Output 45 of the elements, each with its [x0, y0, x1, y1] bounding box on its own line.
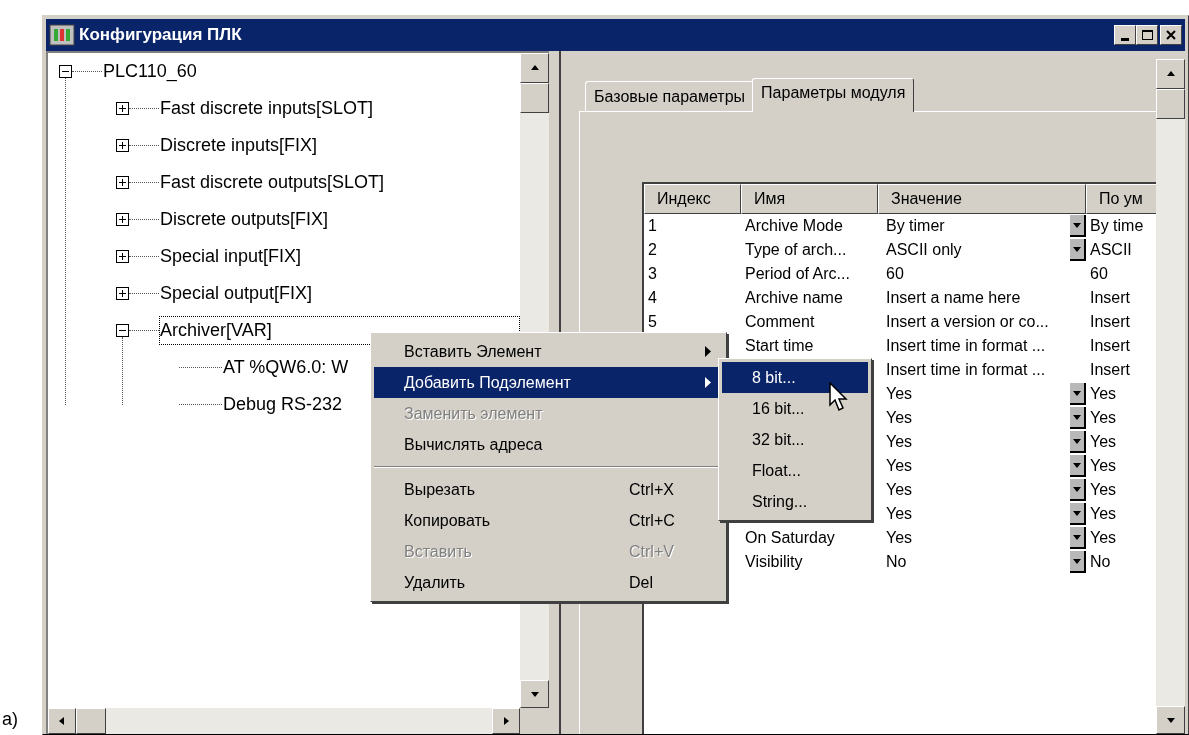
table-cell-text: Yes: [886, 408, 914, 428]
figure-caption: a): [2, 708, 18, 731]
table-cell-text: Insert time in format ...: [886, 336, 1047, 356]
table-cell-text: Yes: [886, 456, 914, 476]
window-title: Конфигурация ПЛК: [79, 24, 243, 47]
table-cell: Start time: [745, 337, 814, 354]
table-cell-text: Insert a name here: [886, 288, 1022, 308]
table-cell-text: 60: [886, 264, 905, 284]
table-cell-text: Yes: [886, 432, 914, 452]
table-cell-text: By timer: [886, 216, 946, 236]
table-cell-text: Yes: [886, 528, 914, 548]
table-cell: Insert: [1090, 289, 1130, 306]
table-cell-text: Yes: [886, 480, 914, 500]
table-cell: Yes: [1090, 481, 1117, 498]
table-cell: Yes: [1090, 385, 1117, 402]
table-cell-text: Yes: [886, 384, 914, 404]
table-cell: Period of Arc...: [745, 265, 850, 282]
table-cell: By time: [1090, 217, 1144, 234]
table-cell: 4: [648, 289, 657, 306]
table-cell-text: No: [886, 552, 908, 572]
table-cell: 3: [648, 265, 657, 282]
table-cell: Insert: [1090, 337, 1130, 354]
table-cell: Insert: [1090, 361, 1130, 378]
table-cell: Yes: [1090, 529, 1117, 546]
table-cell: Yes: [1090, 505, 1117, 522]
table-cell: Type of arch...: [745, 241, 847, 258]
table-cell: Visibility: [745, 553, 803, 570]
table-cell: Yes: [1090, 433, 1117, 450]
table-cell-text: Insert time in format ...: [886, 360, 1047, 380]
table-cell: 1: [648, 217, 657, 234]
table-cell-text: ASCII only: [886, 240, 963, 260]
table-cell: 60: [1090, 265, 1108, 282]
table-cell: Yes: [1090, 457, 1117, 474]
table-cell: 5: [648, 313, 657, 330]
table-cell: ASCII: [1090, 241, 1132, 258]
table-cell: Insert: [1090, 313, 1130, 330]
table-cell: On Saturday: [745, 529, 835, 546]
table-cell-text: Insert a version or co...: [886, 312, 1050, 332]
table-cell: No: [1090, 553, 1111, 570]
table-cell: Archive name: [745, 289, 843, 306]
table-cell: Comment: [745, 313, 815, 330]
table-cell: Yes: [1090, 409, 1117, 426]
table-cell: 2: [648, 241, 657, 258]
table-cell: Archive Mode: [745, 217, 843, 234]
table-cell-text: Yes: [886, 504, 914, 524]
